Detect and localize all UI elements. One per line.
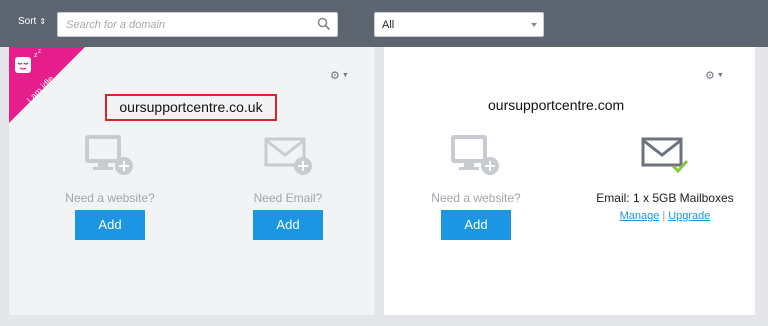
sort-arrows-icon: ⇕	[39, 17, 47, 26]
monitor-add-icon	[85, 135, 133, 175]
card-settings-button[interactable]: ⚙ ▼	[330, 69, 349, 82]
email-section: Email: 1 x 5GB Mailboxes Manage | Upgrade	[580, 135, 750, 222]
idle-ribbon: z z I am idle	[9, 47, 85, 123]
filter-select[interactable]: All	[374, 12, 544, 37]
chevron-down-icon	[531, 23, 537, 27]
sort-button[interactable]: Sort ⇕	[18, 16, 46, 27]
gear-icon: ⚙	[330, 70, 340, 82]
svg-text:z: z	[38, 49, 41, 55]
email-section: Need Email? Add	[213, 135, 363, 240]
card-settings-button[interactable]: ⚙ ▼	[705, 69, 724, 82]
website-label: Need a website?	[431, 191, 521, 205]
website-section: Need a website? Add	[35, 135, 185, 240]
website-section: Need a website? Add	[401, 135, 551, 240]
monitor-add-icon	[451, 135, 499, 175]
mail-add-icon	[264, 137, 312, 175]
toolbar: Sort⇕ All	[0, 0, 768, 47]
search-box[interactable]	[57, 12, 338, 37]
upgrade-link[interactable]: Upgrade	[668, 210, 710, 222]
add-website-button[interactable]: Add	[441, 210, 511, 240]
domain-name[interactable]: oursupportcentre.co.uk	[105, 94, 277, 121]
domain-card-com: ⚙ ▼ oursupportcentre.com Need a website? …	[384, 47, 755, 315]
search-input[interactable]	[58, 13, 313, 36]
mail-check-icon	[641, 137, 689, 174]
gear-icon: ⚙	[705, 70, 715, 82]
link-divider: |	[662, 210, 666, 222]
add-email-button[interactable]: Add	[253, 210, 323, 240]
website-label: Need a website?	[65, 191, 155, 205]
domain-card-couk: z z I am idle ⚙ ▼ oursupportcentre.co.uk …	[9, 47, 374, 315]
email-label: Email: 1 x 5GB Mailboxes	[596, 191, 734, 205]
chevron-down-icon: ▼	[716, 72, 724, 79]
filter-value: All	[382, 19, 395, 31]
email-label: Need Email?	[253, 191, 323, 205]
add-website-button[interactable]: Add	[75, 210, 145, 240]
email-actions: Manage | Upgrade	[580, 210, 750, 222]
domain-name[interactable]: oursupportcentre.com	[488, 97, 624, 113]
chevron-down-icon: ▼	[341, 72, 349, 79]
search-icon[interactable]	[317, 17, 331, 36]
sort-label: Sort	[18, 16, 37, 27]
manage-link[interactable]: Manage	[620, 210, 660, 222]
